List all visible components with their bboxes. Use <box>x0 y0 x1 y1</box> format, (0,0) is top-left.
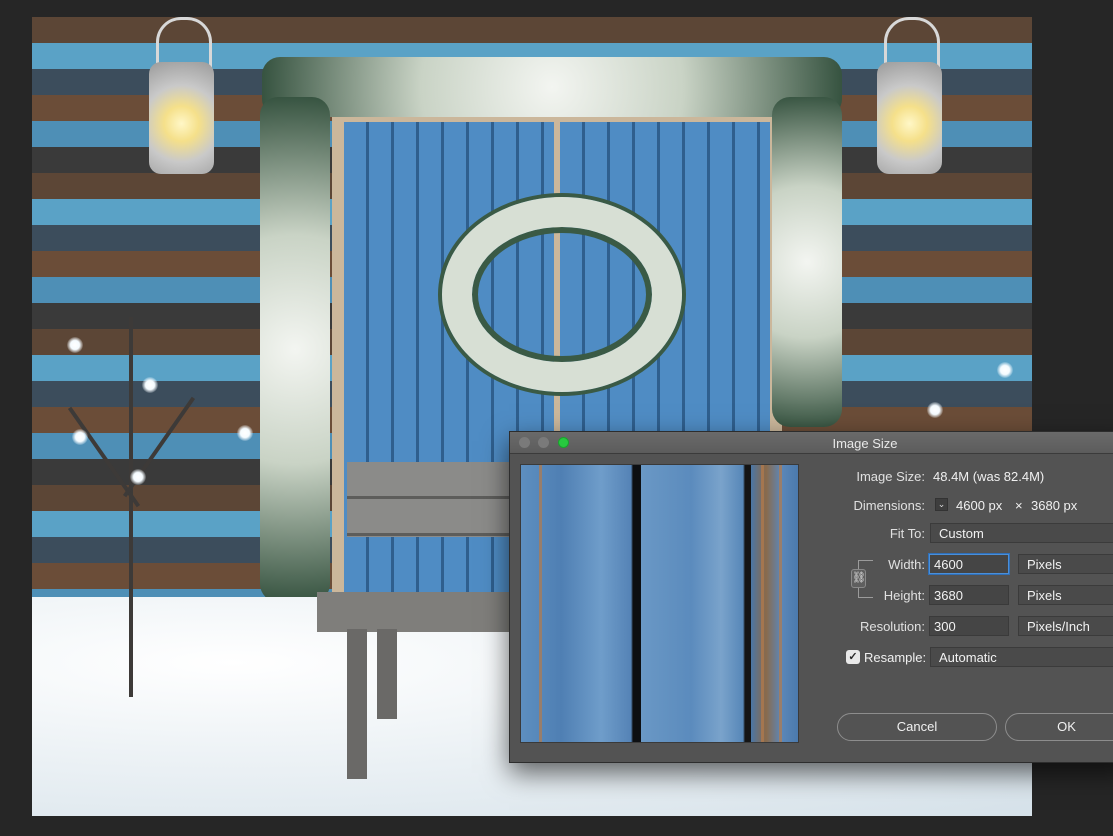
height-label: Height: <box>883 588 925 603</box>
resolution-label: Resolution: <box>859 619 925 634</box>
image-preview[interactable] <box>520 464 799 743</box>
light-bulb <box>130 469 146 485</box>
fit-to-label: Fit To: <box>889 526 925 541</box>
light-bulb <box>237 425 253 441</box>
dialog-titlebar[interactable]: Image Size <box>510 432 1113 454</box>
chevron-down-icon[interactable]: ⌄ <box>935 498 948 511</box>
bench-seat <box>317 592 527 632</box>
bench-back <box>347 462 527 537</box>
resample-checkbox[interactable]: ✓ <box>846 650 860 664</box>
image-size-dialog: Image Size Image Size: 48.4M (was 82.4M)… <box>509 431 1113 763</box>
height-input[interactable]: 3680 <box>929 585 1009 605</box>
garland-left <box>260 97 330 602</box>
bench-leg <box>377 629 397 719</box>
image-size-value: 48.4M (was 82.4M) <box>933 469 1045 484</box>
width-label: Width: <box>888 557 925 572</box>
resolution-unit-select[interactable]: Pixels/Inch <box>1018 616 1113 636</box>
height-unit-select[interactable]: Pixels <box>1018 585 1113 605</box>
light-bulb <box>72 429 88 445</box>
garland-right <box>772 97 842 427</box>
garland-top <box>262 57 842 117</box>
light-bulb <box>142 377 158 393</box>
dimensions-height: 3680 px <box>1031 498 1078 513</box>
bench-leg <box>347 629 367 779</box>
resolution-input[interactable]: 300 <box>929 616 1009 636</box>
resample-select[interactable]: Automatic <box>930 647 1113 667</box>
dimensions-label: Dimensions: <box>853 498 925 513</box>
resample-label: Resample: <box>864 650 927 665</box>
lantern-right <box>872 17 947 177</box>
light-bulb <box>997 362 1013 378</box>
image-size-label: Image Size: <box>856 469 925 484</box>
ok-button[interactable]: OK <box>1005 713 1113 741</box>
dialog-title: Image Size <box>832 436 898 451</box>
light-bulb <box>927 402 943 418</box>
dimensions-width: 4600 px <box>956 498 1003 513</box>
width-input[interactable]: 4600 <box>929 554 1009 574</box>
light-bulb <box>67 337 83 353</box>
width-unit-select[interactable]: Pixels <box>1018 554 1113 574</box>
fit-to-select[interactable]: Custom <box>930 523 1113 543</box>
cancel-button[interactable]: Cancel <box>837 713 997 741</box>
dimensions-times: × <box>1015 498 1023 513</box>
wreath <box>442 197 682 392</box>
lantern-left <box>144 17 219 177</box>
tree-trunk-left <box>129 317 133 697</box>
